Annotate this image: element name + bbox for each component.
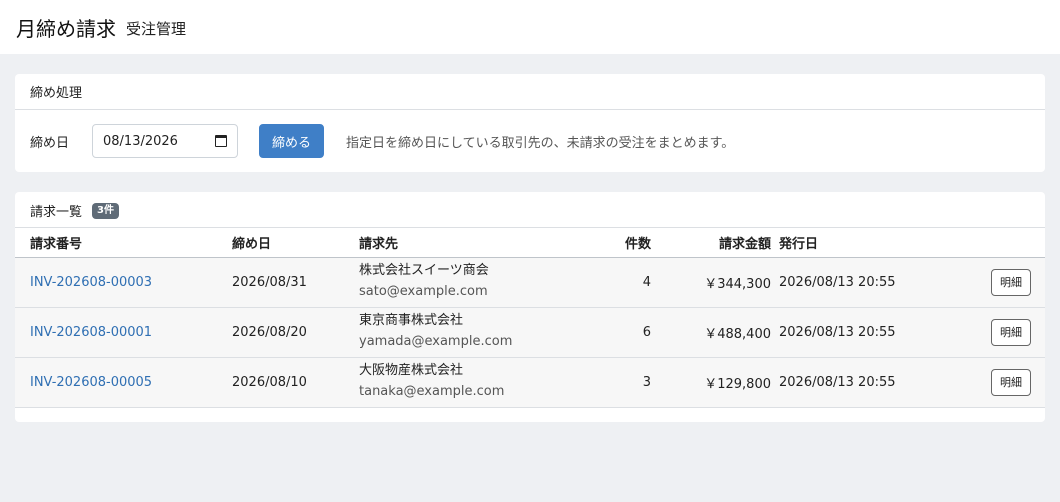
invoice-count-badge: 3件 [92,202,119,219]
top-bar: 月締め請求 受注管理 [0,0,1060,54]
invoice-count: 4 [581,257,655,308]
close-button[interactable]: 締める [259,124,324,158]
closing-description: 指定日を締め日にしている取引先の、未請求の受注をまとめます。 [346,135,735,151]
closing-card-title: 締め処理 [30,86,83,101]
column-header-amount: 請求金額 [655,228,775,258]
table-row: INV-202608-00001 2026/08/20 東京商事株式会社 yam… [15,307,1045,358]
column-header-number: 請求番号 [15,228,228,258]
invoice-amount: ￥129,800 [655,357,775,408]
column-header-closing-date: 締め日 [228,228,355,258]
invoice-closing-date: 2026/08/10 [228,357,355,408]
invoice-client: 東京商事株式会社 yamada@example.com [355,307,581,358]
client-name: 株式会社スイーツ商会 [359,263,489,278]
column-header-issued: 発行日 [775,228,975,258]
table-row: INV-202608-00005 2026/08/10 大阪物産株式会社 tan… [15,357,1045,408]
closing-form: 締め日 08/13/2026 締める 指定日を締め日にしている取引先の、未請求の… [15,110,1045,172]
closing-card-header: 締め処理 [15,74,1045,110]
invoice-issued: 2026/08/13 20:55 [775,307,975,358]
table-row: INV-202608-00003 2026/08/31 株式会社スイーツ商会 s… [15,257,1045,308]
invoice-number-link[interactable]: INV-202608-00003 [30,275,152,290]
invoice-number-link[interactable]: INV-202608-00001 [30,325,152,340]
client-email: sato@example.com [359,284,488,299]
invoice-list-title: 請求一覧 [30,205,83,220]
invoice-list-header: 請求一覧 3件 [15,192,1045,228]
invoice-table-header-row: 請求番号 締め日 請求先 件数 請求金額 発行日 [15,228,1045,258]
column-header-count: 件数 [581,228,655,258]
closing-date-input[interactable]: 08/13/2026 [92,124,238,158]
invoice-count: 6 [581,307,655,358]
invoice-amount: ￥344,300 [655,257,775,308]
page-subtitle: 受注管理 [126,20,187,38]
invoice-client: 大阪物産株式会社 tanaka@example.com [355,357,581,408]
invoice-issued: 2026/08/13 20:55 [775,257,975,308]
column-header-client: 請求先 [355,228,581,258]
calendar-icon[interactable] [215,135,227,147]
invoice-count: 3 [581,357,655,408]
client-name: 大阪物産株式会社 [359,363,464,378]
column-header-actions [975,228,1045,258]
invoice-number-link[interactable]: INV-202608-00005 [30,375,152,390]
closing-card: 締め処理 締め日 08/13/2026 締める 指定日を締め日にしている取引先の… [15,74,1045,172]
invoice-closing-date: 2026/08/20 [228,307,355,358]
invoice-issued: 2026/08/13 20:55 [775,357,975,408]
invoice-table: 請求番号 締め日 請求先 件数 請求金額 発行日 INV-202608-0000… [15,228,1045,408]
detail-button[interactable]: 明細 [991,368,1031,396]
client-email: tanaka@example.com [359,384,505,399]
invoice-list-card: 請求一覧 3件 請求番号 締め日 請求先 件数 請求金額 発行日 INV-202… [15,192,1045,422]
invoice-client: 株式会社スイーツ商会 sato@example.com [355,257,581,308]
invoice-closing-date: 2026/08/31 [228,257,355,308]
client-email: yamada@example.com [359,334,513,349]
closing-date-value: 08/13/2026 [103,133,178,149]
detail-button[interactable]: 明細 [991,318,1031,346]
invoice-amount: ￥488,400 [655,307,775,358]
detail-button[interactable]: 明細 [991,268,1031,296]
page-title: 月締め請求 [16,16,116,41]
client-name: 東京商事株式会社 [359,313,464,328]
closing-date-label: 締め日 [30,135,70,151]
